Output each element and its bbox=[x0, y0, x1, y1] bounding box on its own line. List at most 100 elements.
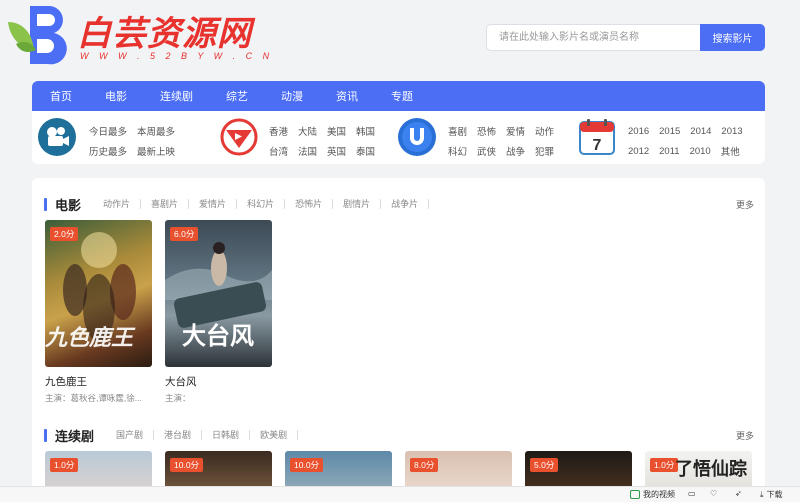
link-scifi[interactable]: 科幻 bbox=[448, 144, 467, 158]
poster-title-text: 了悟仙踪 bbox=[675, 459, 747, 480]
site-header: 白芸资源网 W W W . 5 2 B Y W . C N 搜索影片 bbox=[0, 0, 800, 76]
section-marker bbox=[44, 197, 47, 211]
link-latest[interactable]: 最新上映 bbox=[137, 144, 175, 158]
download-button[interactable]: ⤓ 下载 bbox=[760, 489, 783, 500]
score-badge: 1.0分 bbox=[50, 458, 79, 472]
poster-art: 九色鹿王 bbox=[45, 232, 136, 351]
movies-section-header: 电影 动作片 喜剧片 爱情片 科幻片 恐怖片 剧情片 战争片 更多 bbox=[44, 194, 754, 214]
browser-status-bar: 我的视频 ▭ ♡ ➶ ⤓ 下载 bbox=[0, 486, 800, 502]
nav-variety[interactable]: 综艺 bbox=[226, 88, 248, 104]
score-badge: 6.0分 bbox=[170, 227, 199, 241]
calendar-day: 7 bbox=[593, 137, 602, 154]
link-alltime-top[interactable]: 历史最多 bbox=[89, 144, 127, 158]
tag-action[interactable]: 动作片 bbox=[93, 199, 142, 209]
calendar-icon: 7 bbox=[579, 119, 615, 155]
search-bar: 搜索影片 bbox=[486, 24, 765, 51]
movie-poster[interactable]: 九色鹿王 2.0分 bbox=[45, 220, 152, 367]
nav-series[interactable]: 连续剧 bbox=[160, 88, 193, 104]
site-url: W W W . 5 2 B Y W . C N bbox=[80, 51, 274, 61]
search-input[interactable] bbox=[486, 24, 700, 51]
section-marker bbox=[44, 428, 47, 442]
shield-icon[interactable]: ♡ bbox=[710, 489, 717, 498]
link-year-other[interactable]: 其他 bbox=[721, 144, 740, 158]
link-wuxia[interactable]: 武侠 bbox=[477, 144, 496, 158]
download-icon: ⤓ bbox=[760, 489, 764, 499]
movie-poster[interactable]: 大台风 6.0分 bbox=[165, 220, 272, 367]
poster-title-text: 大台风 bbox=[182, 322, 254, 350]
site-title[interactable]: 白芸资源网 bbox=[77, 6, 252, 55]
nav-news[interactable]: 资讯 bbox=[336, 88, 358, 104]
movie-card[interactable]: 九色鹿王 2.0分 九色鹿王 主演：葛秋谷,谭咏霆,徐... bbox=[45, 220, 152, 404]
link-taiwan[interactable]: 台湾 bbox=[269, 144, 288, 158]
my-video-button[interactable]: 我的视频 bbox=[630, 489, 675, 500]
link-usa[interactable]: 美国 bbox=[327, 124, 346, 138]
tag-war[interactable]: 战争片 bbox=[381, 199, 430, 209]
screen-icon[interactable]: ▭ bbox=[688, 489, 696, 498]
genre-links: 喜剧 恐怖 爱情 动作 科幻 武侠 战争 犯罪 bbox=[448, 121, 564, 161]
score-badge: 10.0分 bbox=[170, 458, 204, 472]
u-icon bbox=[398, 118, 436, 156]
nav-home[interactable]: 首页 bbox=[50, 88, 72, 104]
movie-title[interactable]: 九色鹿王 bbox=[45, 374, 152, 389]
link-korea[interactable]: 韩国 bbox=[356, 124, 375, 138]
tag-domestic[interactable]: 国产剧 bbox=[106, 430, 155, 440]
link-year-2010[interactable]: 2010 bbox=[690, 146, 711, 157]
nav-topics[interactable]: 专题 bbox=[391, 88, 413, 104]
tag-drama[interactable]: 剧情片 bbox=[333, 199, 382, 209]
rank-links: 今日最多 本周最多 历史最多 最新上映 bbox=[89, 121, 185, 161]
tag-jp-kr[interactable]: 日韩剧 bbox=[202, 430, 251, 440]
nav-anime[interactable]: 动漫 bbox=[281, 88, 303, 104]
link-today-top[interactable]: 今日最多 bbox=[89, 124, 127, 138]
my-video-label: 我的视频 bbox=[643, 490, 675, 499]
tag-comedy[interactable]: 喜剧片 bbox=[141, 199, 190, 209]
link-romance[interactable]: 爱情 bbox=[506, 124, 525, 138]
link-action[interactable]: 动作 bbox=[535, 124, 554, 138]
film-camera-icon bbox=[38, 118, 76, 156]
link-year-2015[interactable]: 2015 bbox=[659, 126, 680, 137]
link-year-2012[interactable]: 2012 bbox=[628, 146, 649, 157]
tag-western[interactable]: 欧美剧 bbox=[250, 430, 299, 440]
movies-section-title[interactable]: 电影 bbox=[55, 195, 81, 214]
link-france[interactable]: 法国 bbox=[298, 144, 317, 158]
poster-art: 大台风 bbox=[165, 242, 272, 350]
movie-cast: 主演：葛秋谷,谭咏霆,徐... bbox=[45, 393, 142, 403]
link-war[interactable]: 战争 bbox=[506, 144, 525, 158]
link-thailand[interactable]: 泰国 bbox=[356, 144, 375, 158]
logo-icon[interactable] bbox=[6, 4, 68, 66]
tag-romance[interactable]: 爱情片 bbox=[189, 199, 238, 209]
video-icon bbox=[630, 490, 640, 499]
region-links: 香港 大陆 美国 韩国 台湾 法国 英国 泰国 bbox=[269, 121, 385, 161]
link-crime[interactable]: 犯罪 bbox=[535, 144, 554, 158]
rocket-icon[interactable]: ➶ bbox=[735, 489, 742, 498]
link-week-top[interactable]: 本周最多 bbox=[137, 124, 175, 138]
link-uk[interactable]: 英国 bbox=[327, 144, 346, 158]
link-year-2014[interactable]: 2014 bbox=[690, 126, 711, 137]
series-more-link[interactable]: 更多 bbox=[736, 429, 754, 442]
movie-card[interactable]: 大台风 6.0分 大台风 主演： bbox=[165, 220, 272, 404]
tag-hk-tw[interactable]: 港台剧 bbox=[154, 430, 203, 440]
movie-title[interactable]: 大台风 bbox=[165, 374, 272, 389]
tag-horror[interactable]: 恐怖片 bbox=[285, 199, 334, 209]
poster-title-text: 九色鹿王 bbox=[45, 325, 136, 351]
link-year-2011[interactable]: 2011 bbox=[659, 146, 679, 157]
link-horror[interactable]: 恐怖 bbox=[477, 124, 496, 138]
series-section-title[interactable]: 连续剧 bbox=[55, 426, 94, 445]
score-badge: 8.0分 bbox=[410, 458, 439, 472]
main-nav: 首页 电影 连续剧 综艺 动漫 资讯 专题 bbox=[32, 81, 765, 111]
link-year-2016[interactable]: 2016 bbox=[628, 126, 649, 137]
nav-movies[interactable]: 电影 bbox=[105, 88, 127, 104]
series-section-header: 连续剧 国产剧 港台剧 日韩剧 欧美剧 更多 bbox=[44, 425, 754, 445]
play-icon bbox=[220, 118, 258, 156]
download-label: 下载 bbox=[766, 490, 783, 499]
movies-more-link[interactable]: 更多 bbox=[736, 198, 754, 211]
link-year-2013[interactable]: 2013 bbox=[721, 126, 742, 137]
link-hongkong[interactable]: 香港 bbox=[269, 124, 288, 138]
category-panel: 今日最多 本周最多 历史最多 最新上映 香港 大陆 美国 韩国 台湾 法国 英国… bbox=[32, 111, 765, 164]
link-mainland[interactable]: 大陆 bbox=[298, 124, 317, 138]
search-button[interactable]: 搜索影片 bbox=[700, 24, 765, 51]
tag-scifi[interactable]: 科幻片 bbox=[237, 199, 286, 209]
score-badge: 10.0分 bbox=[290, 458, 324, 472]
link-comedy[interactable]: 喜剧 bbox=[448, 124, 467, 138]
score-badge: 5.0分 bbox=[530, 458, 559, 472]
score-badge: 2.0分 bbox=[50, 227, 79, 241]
